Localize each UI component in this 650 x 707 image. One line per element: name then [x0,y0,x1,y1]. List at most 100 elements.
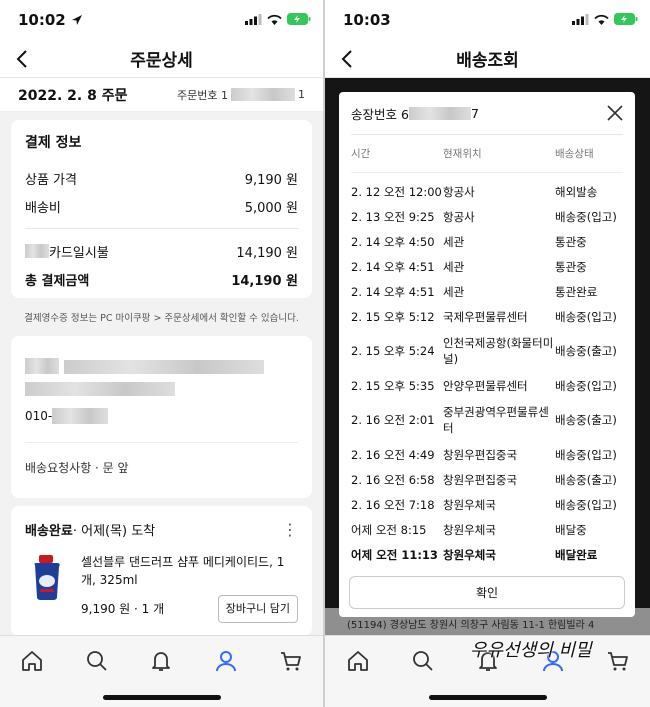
order-detail-screen: 10:02 주문상세 2022. 2. 8 주문 주문번호 1 1 결제 정보 … [0,0,323,707]
shipping-fee-label: 배송비 [25,200,61,216]
tracking-time: 2. 15 오후 5:35 [351,378,435,393]
order-number-tail: 1 [298,88,305,101]
tracking-time: 2. 16 오전 7:18 [351,497,435,512]
tracking-row: 2. 15 오후 5:12 국제우편물류센터 배송중(입고) [351,304,623,329]
total-value: 14,190 원 [231,273,298,289]
add-to-cart-button[interactable]: 장바구니 담기 [217,595,298,623]
modal-header: 송장번호 6 7 [351,92,623,135]
redacted-name [25,358,59,374]
redacted-block [408,106,471,120]
cart-icon[interactable] [278,648,304,674]
tracking-time: 2. 15 오후 5:12 [351,309,435,324]
tracking-location: 인천국제공항(화물터미널) [443,336,554,366]
tracking-time: 어제 오전 11:13 [351,547,438,562]
shampoo-bottle-image [34,555,60,600]
tracking-location: 항공사 [443,209,475,224]
redacted-address [64,360,265,374]
shipment-header: 배송완료 · 어제(목) 도착 ⋮ [25,520,298,539]
home-indicator [102,695,221,700]
divider [25,228,298,229]
redacted-block [231,88,295,101]
tracking-modal: 송장번호 6 7 시간 현재위치 배송상태 2. 12 오전 12:00 항공사 해… [339,92,635,617]
tracking-status: 통관중 [555,259,587,274]
tracking-time: 어제 오전 8:15 [351,522,427,537]
tracking-location: 중부권광역우편물류센터 [443,405,549,435]
search-icon[interactable] [410,648,436,674]
more-options-icon[interactable]: ⋮ [282,520,298,539]
tracking-location: 세관 [443,259,465,274]
battery-charging-icon [287,13,311,25]
bell-icon[interactable] [148,648,174,674]
redacted-block [25,244,49,258]
back-chevron-icon[interactable] [12,48,34,70]
shipment-card[interactable]: 배송완료 · 어제(목) 도착 ⋮ 셀선블루 댄드러프 샴푸 메디케이티드, 1… [11,506,312,636]
shipping-fee-row: 배송비 5,000 원 [25,192,298,220]
tracking-time: 2. 12 오전 12:00 [351,184,442,199]
order-number-label: 주문번호 1 [177,88,228,102]
tracking-status: 배송중(입고) [555,497,617,512]
tracking-time: 2. 16 오전 4:49 [351,447,435,462]
tracking-status: 배달완료 [555,547,598,562]
search-icon[interactable] [84,648,110,674]
home-icon[interactable] [19,648,45,674]
tracking-row: 2. 14 오후 4:51 세관 통관완료 [351,279,623,304]
tracking-list: 2. 12 오전 12:00 항공사 해외발송 2. 13 오전 9:25 항공사 배송중… [351,179,623,567]
watermark-text: 우유선생의 비밀 [470,640,592,661]
price-quantity: 9,190 원 · 1 개 [81,602,165,616]
status-bar: 10:03 [325,0,650,40]
confirm-button[interactable]: 확인 [349,576,625,609]
tracking-screen: 10:03 배송조회 (51194) 경상남도 창원시 의창구 사림동 11-1… [325,0,650,707]
tab-bar [0,635,323,707]
tracking-location: 창원우편집중국 [443,472,518,487]
card-payment-value: 14,190 원 [236,245,298,261]
tracking-row: 2. 16 오전 6:58 창원우편집중국 배송중(출고) [351,467,623,492]
tracking-row: 2. 13 오전 9:25 항공사 배송중(입고) [351,204,623,229]
tracking-row: 2. 14 오후 4:50 세관 통관중 [351,229,623,254]
status-bar: 10:02 [0,0,323,40]
invoice-label: 송장번호 6 [351,106,409,122]
payment-title: 결제 정보 [25,135,82,151]
back-chevron-icon[interactable] [337,48,359,70]
product-name: 셀선블루 댄드러프 샴푸 메디케이티드, 1개, 325ml [81,555,285,587]
invoice-tail: 7 [470,105,479,121]
tracking-time: 2. 14 오후 4:51 [351,259,435,274]
product-price-row: 상품 가격 9,190 원 [25,164,298,192]
tracking-location: 창원우편집중국 [443,447,518,462]
tracking-columns: 시간 현재위치 배송상태 [351,135,623,173]
tracking-row: 2. 14 오후 4:51 세관 통관중 [351,254,623,279]
tracking-row: 2. 12 오전 12:00 항공사 해외발송 [351,179,623,204]
arrival-text: · 어제(목) 도착 [72,524,156,539]
tracking-status: 배송중(출고) [555,344,617,358]
user-icon[interactable] [213,648,239,674]
tracking-row: 2. 16 오전 7:18 창원우체국 배송중(입고) [351,492,623,517]
signal-icon [572,13,589,25]
page-title: 배송조회 [456,51,519,71]
tracking-status: 배송중(출고) [555,472,617,487]
column-location: 현재위치 [443,148,482,160]
tracking-location: 창원우체국 [443,522,496,537]
tracking-time: 2. 14 오후 4:50 [351,234,435,249]
tracking-location: 세관 [443,234,465,249]
shipping-fee-value: 5,000 원 [244,200,298,216]
close-icon[interactable] [607,105,623,121]
tracking-location: 국제우편물류센터 [443,309,528,324]
location-arrow-icon [71,15,82,25]
tracking-time: 2. 16 오전 2:01 [351,413,435,427]
battery-charging-icon [614,13,638,25]
tracking-row: 2. 16 오전 2:01 중부권광역우편물류센터 배송중(출고) [351,398,623,442]
cart-icon[interactable] [605,648,631,674]
order-header: 2022. 2. 8 주문 주문번호 1 1 [0,78,323,112]
page-title: 주문상세 [130,51,193,71]
product-price-label: 상품 가격 [25,172,77,188]
tracking-status: 배달중 [555,522,587,537]
tracking-time: 2. 14 오후 4:51 [351,284,435,299]
tracking-location: 창원우체국 [443,497,496,512]
home-indicator [428,695,547,700]
total-label: 총 결제금액 [25,273,90,289]
wifi-icon [267,14,282,25]
tracking-status: 배송중(입고) [555,209,617,224]
tracking-status: 통관중 [555,234,587,249]
home-icon[interactable] [345,648,371,674]
tracking-status: 통관완료 [555,284,598,299]
product-item[interactable]: 셀선블루 댄드러프 샴푸 메디케이티드, 1개, 325ml 9,190 원 ·… [25,553,298,623]
